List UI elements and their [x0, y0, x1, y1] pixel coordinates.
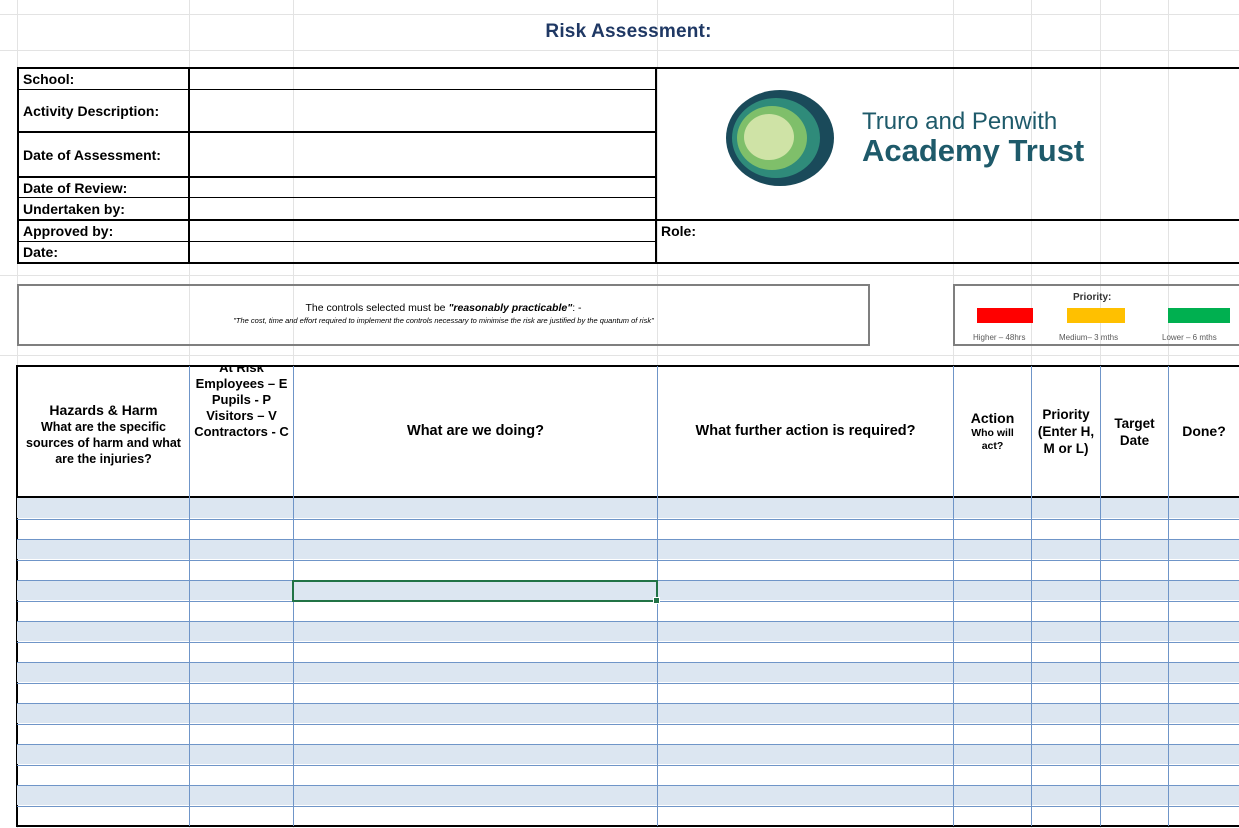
header-done: Done?	[1182, 423, 1226, 439]
row-divider	[17, 621, 1239, 622]
priority-medium-swatch	[1067, 308, 1125, 323]
header-hazards: Hazards & Harm What are the specific sou…	[26, 402, 181, 466]
priority-key-title: Priority:	[1073, 292, 1112, 303]
priority-high-label: Higher – 48hrs	[973, 333, 1026, 342]
header-at-risk: At Risk Employees – E Pupils - P Visitor…	[194, 366, 289, 439]
trust-logo-icon	[724, 88, 836, 188]
fill-handle[interactable]	[653, 597, 660, 604]
header-target-date: Target Date	[1114, 415, 1155, 448]
header-action: Action Who will act?	[970, 410, 1015, 452]
school-field[interactable]	[190, 69, 655, 89]
header-priority: Priority (Enter H, M or L)	[1037, 407, 1095, 456]
role-label: Role:	[661, 223, 696, 239]
table-row-band[interactable]	[17, 703, 1239, 723]
table-row-band[interactable]	[17, 744, 1239, 764]
page-title: Risk Assessment:	[545, 21, 712, 42]
table-row-band[interactable]	[17, 785, 1239, 805]
priority-low-label: Lower – 6 mths	[1162, 333, 1217, 342]
table-row-band[interactable]	[17, 498, 1239, 518]
table-row-band[interactable]	[17, 621, 1239, 641]
row-divider	[17, 683, 1239, 684]
date-field[interactable]	[190, 242, 655, 262]
selected-cell[interactable]	[292, 580, 658, 602]
row-divider	[17, 806, 1239, 807]
undertaken-by-label: Undertaken by:	[23, 200, 125, 217]
header-what-are-we-doing: What are we doing?	[407, 423, 544, 439]
priority-high-swatch	[977, 308, 1033, 323]
logo-text-line2: Academy Trust	[862, 133, 1085, 168]
row-divider	[17, 519, 1239, 520]
row-divider	[17, 642, 1239, 643]
priority-key: Priority: Higher – 48hrs Medium– 3 mths …	[953, 284, 1239, 346]
priority-low-swatch	[1168, 308, 1230, 323]
row-divider	[17, 539, 1239, 540]
approved-by-field[interactable]	[190, 221, 655, 241]
undertaken-by-field[interactable]	[190, 198, 655, 219]
row-divider	[17, 724, 1239, 725]
row-divider	[17, 662, 1239, 663]
header-further-action: What further action is required?	[695, 423, 916, 439]
date-of-review-field[interactable]	[190, 178, 655, 197]
table-row-band[interactable]	[17, 662, 1239, 682]
priority-medium-label: Medium– 3 mths	[1059, 333, 1119, 342]
date-label: Date:	[23, 244, 59, 260]
activity-label: Activity Description:	[23, 102, 160, 119]
row-divider	[17, 703, 1239, 704]
date-of-assessment-field[interactable]	[190, 133, 655, 176]
row-divider	[17, 744, 1239, 745]
row-divider	[17, 765, 1239, 766]
table-row-band[interactable]	[17, 539, 1239, 559]
row-divider	[17, 560, 1239, 561]
controls-note: The controls selected must be "reasonabl…	[17, 284, 870, 346]
activity-field[interactable]	[190, 90, 655, 131]
approved-by-label: Approved by:	[23, 223, 114, 239]
date-of-assessment-label: Date of Assessment:	[23, 146, 161, 163]
school-label: School:	[23, 71, 75, 87]
date-of-review-label: Date of Review:	[23, 179, 128, 196]
role-field[interactable]	[740, 221, 1239, 262]
row-divider	[17, 785, 1239, 786]
